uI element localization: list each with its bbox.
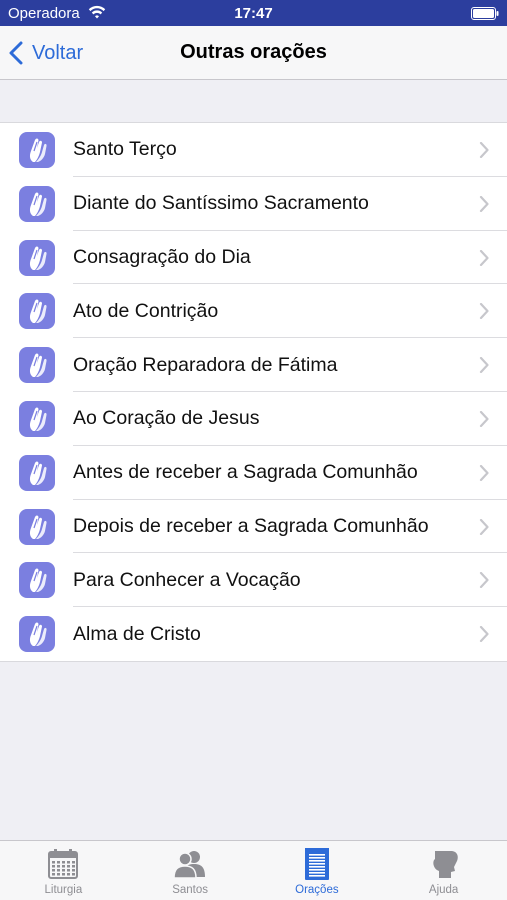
chevron-right-icon xyxy=(479,572,489,589)
chevron-right-icon xyxy=(479,464,489,481)
calendar-icon xyxy=(46,847,80,884)
prayer-row[interactable]: Santo Terço xyxy=(0,123,507,177)
prayer-row[interactable]: Para Conhecer a Vocação xyxy=(0,553,507,608)
tab-bar: Liturgia Santos Orações Ajuda xyxy=(0,840,507,900)
page-title: Outras orações xyxy=(180,41,327,63)
prayer-row[interactable]: Ao Coração de Jesus xyxy=(0,392,507,446)
battery-icon xyxy=(471,7,499,20)
prayer-row[interactable]: Consagração do Dia xyxy=(0,231,507,285)
prayer-row[interactable]: Depois de receber a Sagrada Comunhão xyxy=(0,500,507,554)
prayer-label: Oração Reparadora de Fátima xyxy=(73,353,338,376)
chevron-right-icon xyxy=(479,626,489,643)
tab-ajuda[interactable]: Ajuda xyxy=(380,841,507,900)
praying-hands-icon xyxy=(19,347,55,384)
praying-hands-icon xyxy=(19,616,55,653)
praying-hands-icon xyxy=(19,132,55,168)
prayer-row[interactable]: Oração Reparadora de Fátima xyxy=(0,338,507,392)
prayer-label: Diante do Santíssimo Sacramento xyxy=(73,192,369,215)
prayer-row[interactable]: Diante do Santíssimo Sacramento xyxy=(0,177,507,231)
tab-label: Liturgia xyxy=(44,884,83,896)
chevron-right-icon xyxy=(479,518,489,535)
praying-hands-icon xyxy=(19,239,55,276)
tab-label: Santos xyxy=(172,884,209,896)
praying-hands-icon xyxy=(19,454,55,491)
prayer-label: Santo Terço xyxy=(73,138,177,161)
praying-hands-icon xyxy=(19,293,55,330)
prayer-label: Ao Coração de Jesus xyxy=(73,407,260,430)
clock: 17:47 xyxy=(234,5,273,22)
prayer-list: Santo Terço Diante do Santíssimo Sacramen… xyxy=(0,122,507,662)
tab-label: Orações xyxy=(295,884,339,896)
prayer-label: Antes de receber a Sagrada Comunhão xyxy=(73,461,418,484)
chevron-right-icon xyxy=(479,195,489,212)
navigation-bar: Voltar Outras orações xyxy=(0,26,507,80)
prayer-label: Ato de Contrição xyxy=(73,299,219,322)
praying-hands-icon xyxy=(19,400,55,437)
prayer-label: Depois de receber a Sagrada Comunhão xyxy=(73,514,429,537)
help-profile-icon xyxy=(427,847,461,884)
chevron-right-icon xyxy=(479,357,489,374)
tab-oracoes[interactable]: Orações xyxy=(254,841,381,900)
prayer-label: Para Conhecer a Vocação xyxy=(73,568,301,591)
chevron-right-icon xyxy=(479,141,489,159)
prayer-label: Alma de Cristo xyxy=(73,622,201,645)
prayer-row[interactable]: Alma de Cristo xyxy=(0,607,507,661)
chevron-right-icon xyxy=(479,249,489,266)
tab-label: Ajuda xyxy=(428,884,459,896)
praying-hands-icon xyxy=(19,562,55,599)
prayer-row[interactable]: Antes de receber a Sagrada Comunhão xyxy=(0,446,507,500)
prayer-label: Consagração do Dia xyxy=(73,245,251,268)
tab-santos[interactable]: Santos xyxy=(127,841,254,900)
status-bar: Operadora 17:47 xyxy=(0,0,507,26)
chevron-right-icon xyxy=(479,410,489,428)
notepad-icon xyxy=(300,847,334,884)
prayer-row[interactable]: Ato de Contrição xyxy=(0,284,507,339)
people-icon xyxy=(173,847,207,884)
praying-hands-icon xyxy=(19,508,55,545)
tab-liturgia[interactable]: Liturgia xyxy=(0,841,127,900)
chevron-right-icon xyxy=(479,303,489,320)
praying-hands-icon xyxy=(19,185,55,222)
